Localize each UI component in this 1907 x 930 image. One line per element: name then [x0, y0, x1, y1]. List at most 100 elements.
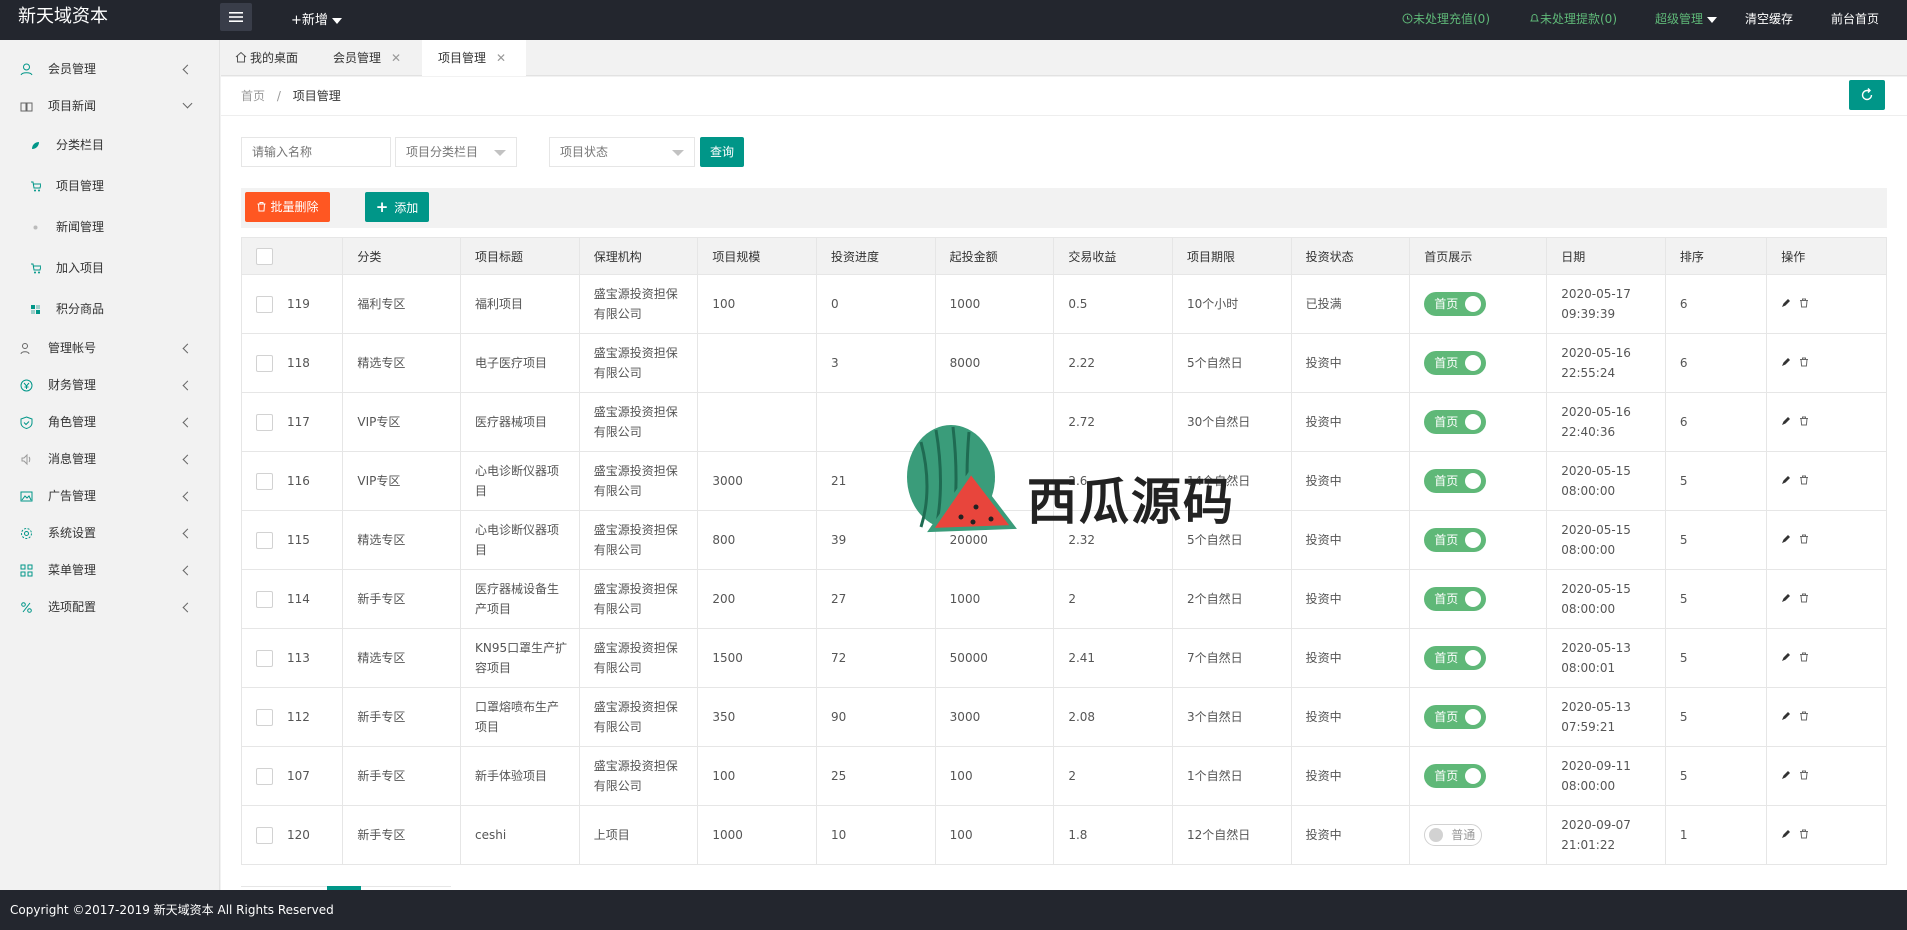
sidebar-item-news[interactable]: 新闻管理 [0, 207, 219, 248]
edit-icon[interactable] [1781, 711, 1791, 721]
cell-progress: 0 [816, 274, 936, 334]
column-header[interactable]: 投资状态 [1290, 237, 1411, 275]
row-checkbox[interactable] [256, 355, 273, 372]
trash-icon[interactable] [1799, 357, 1809, 367]
batch-delete-button[interactable]: 批量删除 [245, 192, 330, 222]
trash-icon[interactable] [1799, 593, 1809, 603]
column-header[interactable]: 分类 [342, 237, 462, 275]
column-header[interactable]: 排序 [1664, 237, 1768, 275]
sidebar-item-finance[interactable]: 财务管理 [0, 367, 219, 404]
row-checkbox[interactable] [256, 473, 273, 490]
column-header[interactable]: 项目规模 [697, 237, 818, 275]
row-checkbox[interactable] [256, 532, 273, 549]
pending-recharge-link[interactable]: 未处理充值(0) [1402, 10, 1490, 27]
home-toggle[interactable]: 首页 [1424, 528, 1487, 552]
trash-icon[interactable] [1799, 711, 1809, 721]
sidebar-item-members[interactable]: 会员管理 [0, 51, 219, 88]
trash-icon[interactable] [1799, 534, 1809, 544]
menu-toggle-button[interactable] [220, 3, 252, 31]
edit-icon[interactable] [1781, 534, 1791, 544]
trash-icon[interactable] [1799, 770, 1809, 780]
sidebar-item-label: 新闻管理 [56, 220, 105, 234]
edit-icon[interactable] [1781, 652, 1791, 662]
sidebar-item-points-goods[interactable]: 积分商品 [0, 289, 219, 330]
sidebar-item-label: 加入项目 [56, 261, 105, 275]
sidebar-item-admin-accounts[interactable]: 管理帐号 [0, 330, 219, 367]
home-toggle[interactable]: 首页 [1424, 292, 1487, 316]
edit-icon[interactable] [1781, 357, 1791, 367]
home-toggle[interactable]: 首页 [1424, 764, 1487, 788]
cell-category: 新手专区 [342, 687, 462, 747]
breadcrumb-home[interactable]: 首页 [241, 89, 265, 103]
trash-icon[interactable] [1799, 298, 1809, 308]
clear-cache-link[interactable]: 清空缓存 [1745, 10, 1793, 27]
trash-icon[interactable] [1799, 416, 1809, 426]
home-toggle[interactable]: 首页 [1424, 469, 1487, 493]
trash-icon[interactable] [1799, 829, 1809, 839]
admin-menu[interactable]: 超级管理 [1655, 10, 1718, 27]
column-header[interactable]: 项目期限 [1171, 237, 1292, 275]
column-header[interactable]: 起投金额 [934, 237, 1055, 275]
sidebar-item-system-settings[interactable]: 系统设置 [0, 515, 219, 552]
pending-withdraw-link[interactable]: 未处理提款(0) [1529, 10, 1617, 27]
column-header[interactable]: 首页展示 [1409, 237, 1548, 275]
select-all-checkbox[interactable] [256, 247, 273, 265]
column-header[interactable]: 操作 [1766, 237, 1887, 275]
home-toggle[interactable]: 首页 [1424, 705, 1487, 729]
column-header[interactable]: 保理机构 [578, 237, 699, 275]
app-logo[interactable]: 新天域资本 [18, 0, 108, 40]
trash-icon[interactable] [1799, 475, 1809, 485]
column-header[interactable]: 投资进度 [816, 237, 936, 275]
shield-icon [20, 416, 33, 429]
cell-org: 盛宝源投资担保有限公司 [578, 510, 699, 570]
row-checkbox[interactable] [256, 414, 273, 431]
table-row: 112 新手专区 口罩熔喷布生产项目 盛宝源投资担保有限公司 350 90 3000 2.08… [240, 687, 1887, 747]
tab-desktop[interactable]: 我的桌面 [235, 40, 305, 76]
close-icon[interactable]: ✕ [496, 51, 506, 65]
edit-icon[interactable] [1781, 593, 1791, 603]
add-label: 添加 [394, 201, 419, 215]
close-icon[interactable]: ✕ [391, 51, 401, 65]
row-checkbox[interactable] [256, 296, 273, 313]
sidebar-item-project-news[interactable]: 项目新闻 [0, 88, 219, 125]
status-select[interactable]: 项目状态 [549, 137, 695, 167]
add-new-menu[interactable]: +新增 [291, 9, 342, 28]
tab-members[interactable]: 会员管理 ✕ [333, 40, 411, 76]
row-checkbox[interactable] [256, 591, 273, 608]
sidebar-item-categories[interactable]: 分类栏目 [0, 125, 219, 166]
edit-icon[interactable] [1781, 829, 1791, 839]
query-button[interactable]: 查询 [700, 137, 744, 167]
sidebar-item-options[interactable]: 选项配置 [0, 589, 219, 626]
home-toggle[interactable]: 普通 [1424, 824, 1483, 846]
add-button[interactable]: + 添加 [365, 192, 429, 222]
edit-icon[interactable] [1781, 770, 1791, 780]
row-checkbox[interactable] [256, 709, 273, 726]
search-name-input[interactable] [241, 137, 391, 167]
category-select[interactable]: 项目分类栏目 [395, 137, 517, 167]
home-toggle[interactable]: 首页 [1424, 410, 1487, 434]
row-checkbox[interactable] [256, 768, 273, 785]
sidebar-item-projects[interactable]: 项目管理 [0, 166, 219, 207]
sidebar-item-ads[interactable]: 广告管理 [0, 478, 219, 515]
front-home-link[interactable]: 前台首页 [1831, 10, 1879, 27]
edit-icon[interactable] [1781, 298, 1791, 308]
row-checkbox[interactable] [256, 827, 273, 844]
column-header[interactable]: 项目标题 [460, 237, 580, 275]
sidebar-item-messages[interactable]: 消息管理 [0, 441, 219, 478]
clock-icon [1402, 13, 1413, 24]
sidebar-item-roles[interactable]: 角色管理 [0, 404, 219, 441]
edit-icon[interactable] [1781, 416, 1791, 426]
sidebar-item-menus[interactable]: 菜单管理 [0, 552, 219, 589]
column-header[interactable]: 日期 [1546, 237, 1666, 275]
home-toggle[interactable]: 首页 [1424, 646, 1487, 670]
column-header[interactable]: 交易收益 [1053, 237, 1173, 275]
edit-icon[interactable] [1781, 475, 1791, 485]
trash-icon[interactable] [1799, 652, 1809, 662]
row-checkbox[interactable] [256, 650, 273, 667]
home-toggle[interactable]: 首页 [1424, 351, 1487, 375]
tab-projects[interactable]: 项目管理 ✕ [422, 40, 526, 76]
home-toggle[interactable]: 首页 [1424, 587, 1487, 611]
watermark: 西瓜源码 [881, 422, 1241, 552]
refresh-button[interactable] [1849, 80, 1885, 110]
sidebar-item-join-project[interactable]: 加入项目 [0, 248, 219, 289]
